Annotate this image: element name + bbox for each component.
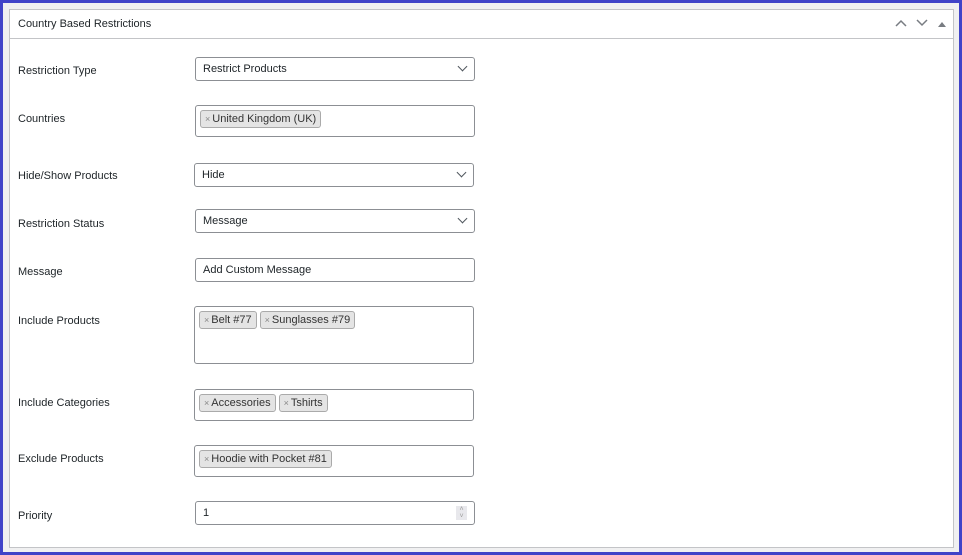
hide-show-value: Hide — [202, 169, 225, 181]
remove-tag-icon[interactable]: × — [204, 454, 209, 464]
remove-tag-icon[interactable]: × — [204, 315, 209, 325]
restriction-status-select[interactable]: Message — [195, 209, 475, 233]
exclude-products-multiselect[interactable]: × Hoodie with Pocket #81 — [194, 445, 474, 477]
chevron-down-icon — [456, 167, 467, 178]
include-products-multiselect[interactable]: × Belt #77 × Sunglasses #79 — [194, 306, 474, 364]
tag-chip: × Hoodie with Pocket #81 — [199, 450, 332, 468]
chevron-down-icon — [457, 61, 468, 72]
tag-label: Sunglasses #79 — [271, 314, 351, 326]
priority-label: Priority — [18, 510, 53, 522]
tag-label: Hoodie with Pocket #81 — [211, 453, 327, 465]
tag-label: Tshirts — [290, 397, 323, 409]
panel-title: Country Based Restrictions — [18, 18, 152, 30]
restriction-status-label: Restriction Status — [18, 218, 105, 230]
toggle-panel-button[interactable] — [938, 17, 946, 31]
message-value: Add Custom Message — [203, 264, 312, 276]
tag-label: Belt #77 — [211, 314, 252, 326]
priority-value: 1 — [203, 507, 210, 519]
countries-label: Countries — [18, 113, 66, 125]
message-label: Message — [18, 266, 63, 278]
hide-show-select[interactable]: Hide — [194, 163, 474, 187]
tag-label: United Kingdom (UK) — [212, 113, 317, 125]
include-products-label: Include Products — [18, 315, 100, 327]
include-categories-multiselect[interactable]: × Accessories × Tshirts — [194, 389, 474, 421]
countries-multiselect[interactable]: × United Kingdom (UK) — [195, 105, 475, 137]
triangle-up-icon — [938, 22, 946, 27]
restriction-type-value: Restrict Products — [203, 63, 287, 75]
move-down-button[interactable] — [916, 16, 928, 30]
tag-chip: × United Kingdom (UK) — [200, 110, 322, 128]
include-categories-label: Include Categories — [18, 397, 110, 409]
tag-chip: × Belt #77 — [199, 311, 257, 329]
chevron-down-icon — [457, 213, 468, 224]
remove-tag-icon[interactable]: × — [204, 398, 209, 408]
restriction-type-select[interactable]: Restrict Products — [195, 57, 475, 81]
country-restrictions-panel: Country Based Restrictions Restriction T… — [9, 9, 954, 548]
remove-tag-icon[interactable]: × — [265, 315, 270, 325]
chevron-down-icon — [916, 19, 928, 27]
exclude-products-label: Exclude Products — [18, 453, 104, 465]
restriction-status-value: Message — [203, 215, 248, 227]
move-up-button[interactable] — [895, 16, 907, 30]
tag-label: Accessories — [211, 397, 271, 409]
tag-chip: × Sunglasses #79 — [259, 311, 356, 329]
remove-tag-icon[interactable]: × — [284, 398, 289, 408]
chevron-up-icon — [895, 19, 907, 27]
panel-header: Country Based Restrictions — [10, 10, 953, 39]
tag-chip: × Tshirts — [278, 394, 328, 412]
tag-chip: × Accessories — [199, 394, 276, 412]
remove-tag-icon[interactable]: × — [205, 114, 210, 124]
message-input[interactable]: Add Custom Message — [195, 258, 475, 282]
hide-show-label: Hide/Show Products — [18, 170, 118, 182]
restriction-type-label: Restriction Type — [18, 65, 97, 77]
stepper-icon[interactable]: ˄ ˅ — [456, 506, 467, 520]
priority-number-input[interactable]: 1 ˄ ˅ — [195, 501, 475, 525]
